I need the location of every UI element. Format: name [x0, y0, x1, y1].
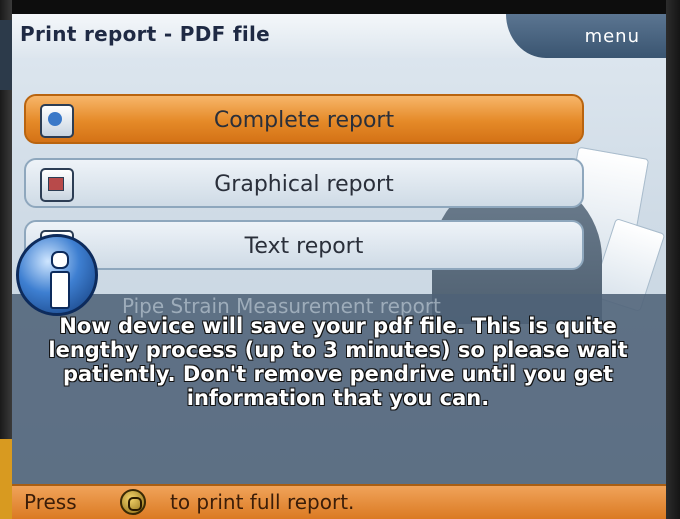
- menu-item-label: Complete report: [213, 108, 395, 133]
- menu-button-label: menu: [584, 26, 640, 47]
- device-bezel-right: [666, 0, 680, 519]
- status-press-label: Press: [24, 490, 77, 514]
- menu-item-text-report[interactable]: Text report: [24, 220, 584, 270]
- menu-item-label: Graphical report: [214, 172, 394, 197]
- status-hint: to print full report.: [170, 490, 355, 514]
- title-bar: Print report - PDF file menu: [12, 14, 666, 58]
- device-screen: Print report - PDF file menu Complete re…: [12, 14, 666, 519]
- device-bezel-top: [0, 0, 680, 14]
- menu-button[interactable]: menu: [506, 14, 666, 58]
- page-title: Print report - PDF file: [20, 22, 271, 46]
- dialog-message: Now device will save your pdf file. This…: [48, 314, 628, 410]
- menu-item-graphical-report[interactable]: Graphical report: [24, 158, 584, 208]
- device-bezel-corner: [0, 439, 12, 519]
- device-bezel-accent: [0, 20, 12, 90]
- info-icon: [16, 234, 98, 316]
- info-dialog: Pipe Strain Measurement report Now devic…: [12, 294, 666, 484]
- status-bar: Press to print full report.: [12, 484, 666, 519]
- menu-item-complete-report[interactable]: Complete report: [24, 94, 584, 144]
- menu-item-label: Text report: [244, 234, 364, 259]
- ok-key-icon: [120, 489, 146, 515]
